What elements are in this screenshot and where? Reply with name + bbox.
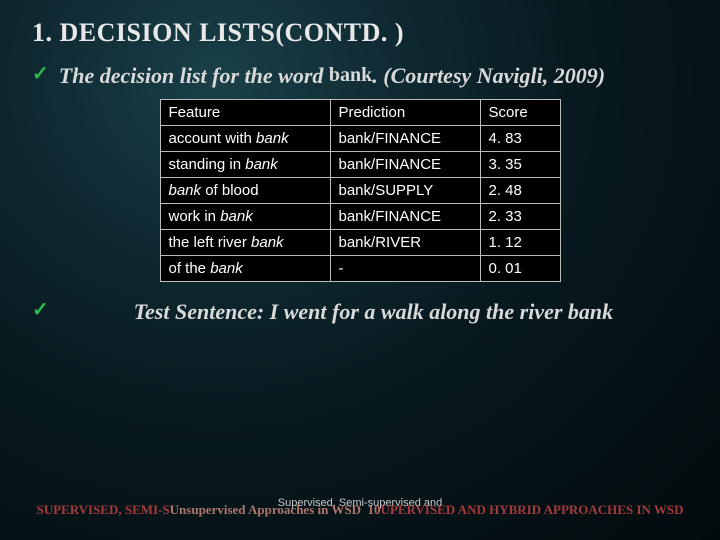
txt: standing in — [169, 156, 246, 173]
th-feature: Feature — [160, 99, 330, 125]
table-row: of the bank - 0. 01 — [160, 255, 560, 281]
cell-pred: bank/FINANCE — [330, 151, 480, 177]
footer-left: SUPERVISED, SEMI-S — [36, 502, 169, 517]
cell-pred: bank/SUPPLY — [330, 177, 480, 203]
txt: of the — [169, 260, 211, 277]
bullet-1-pre: The decision list for the word — [59, 63, 329, 88]
cell-score: 2. 33 — [480, 203, 560, 229]
decision-list-table: Feature Prediction Score account with ba… — [160, 99, 561, 282]
txt-it: bank — [256, 130, 289, 147]
slide-title: 1. DECISION LISTS(CONTD. ) — [32, 18, 688, 48]
txt-it: bank — [245, 156, 278, 173]
cell-pred: bank/RIVER — [330, 229, 480, 255]
txt: of blood — [201, 182, 259, 199]
table-row: work in bank bank/FINANCE 2. 33 — [160, 203, 560, 229]
cell-feature: the left river bank — [160, 229, 330, 255]
txt-it: bank — [210, 260, 243, 277]
cell-pred: - — [330, 255, 480, 281]
table-row: account with bank bank/FINANCE 4. 83 — [160, 125, 560, 151]
table-row: bank of blood bank/SUPPLY 2. 48 — [160, 177, 560, 203]
footer-right: UPERVISED AND HYBRID APPROACHES IN WSD — [380, 502, 683, 517]
txt-it: bank — [251, 234, 284, 251]
txt-it: bank — [220, 208, 253, 225]
cell-feature: of the bank — [160, 255, 330, 281]
bullet-1: ✓ The decision list for the word bank. (… — [32, 62, 688, 91]
check-icon: ✓ — [32, 298, 49, 322]
footer-overlap: Unsupervised Approaches in WSD 10 — [170, 502, 381, 517]
bullet-1-post: . (Courtesy Navigli, 2009) — [372, 63, 605, 88]
cell-feature: account with bank — [160, 125, 330, 151]
th-prediction: Prediction — [330, 99, 480, 125]
th-score: Score — [480, 99, 560, 125]
bullet-2: ✓ Test Sentence: I went for a walk along… — [32, 298, 688, 327]
cell-score: 1. 12 — [480, 229, 560, 255]
cell-pred: bank/FINANCE — [330, 125, 480, 151]
bullet-1-word: bank — [329, 64, 372, 86]
bullet-2-text: Test Sentence: I went for a walk along t… — [59, 298, 688, 327]
footer-line-2: SUPERVISED, SEMI-SUnsupervised Approache… — [0, 502, 720, 518]
txt: account with — [169, 130, 257, 147]
txt-it: bank — [169, 182, 202, 199]
table-header-row: Feature Prediction Score — [160, 99, 560, 125]
cell-feature: bank of blood — [160, 177, 330, 203]
cell-feature: work in bank — [160, 203, 330, 229]
txt: work in — [169, 208, 221, 225]
cell-score: 2. 48 — [480, 177, 560, 203]
table-row: standing in bank bank/FINANCE 3. 35 — [160, 151, 560, 177]
cell-score: 0. 01 — [480, 255, 560, 281]
cell-pred: bank/FINANCE — [330, 203, 480, 229]
txt: the left river — [169, 234, 252, 251]
bullet-1-text: The decision list for the word bank. (Co… — [59, 62, 605, 91]
check-icon: ✓ — [32, 62, 49, 86]
cell-score: 4. 83 — [480, 125, 560, 151]
footer: Supervised, Semi-supervised and SUPERVIS… — [0, 497, 720, 518]
table-row: the left river bank bank/RIVER 1. 12 — [160, 229, 560, 255]
cell-score: 3. 35 — [480, 151, 560, 177]
cell-feature: standing in bank — [160, 151, 330, 177]
